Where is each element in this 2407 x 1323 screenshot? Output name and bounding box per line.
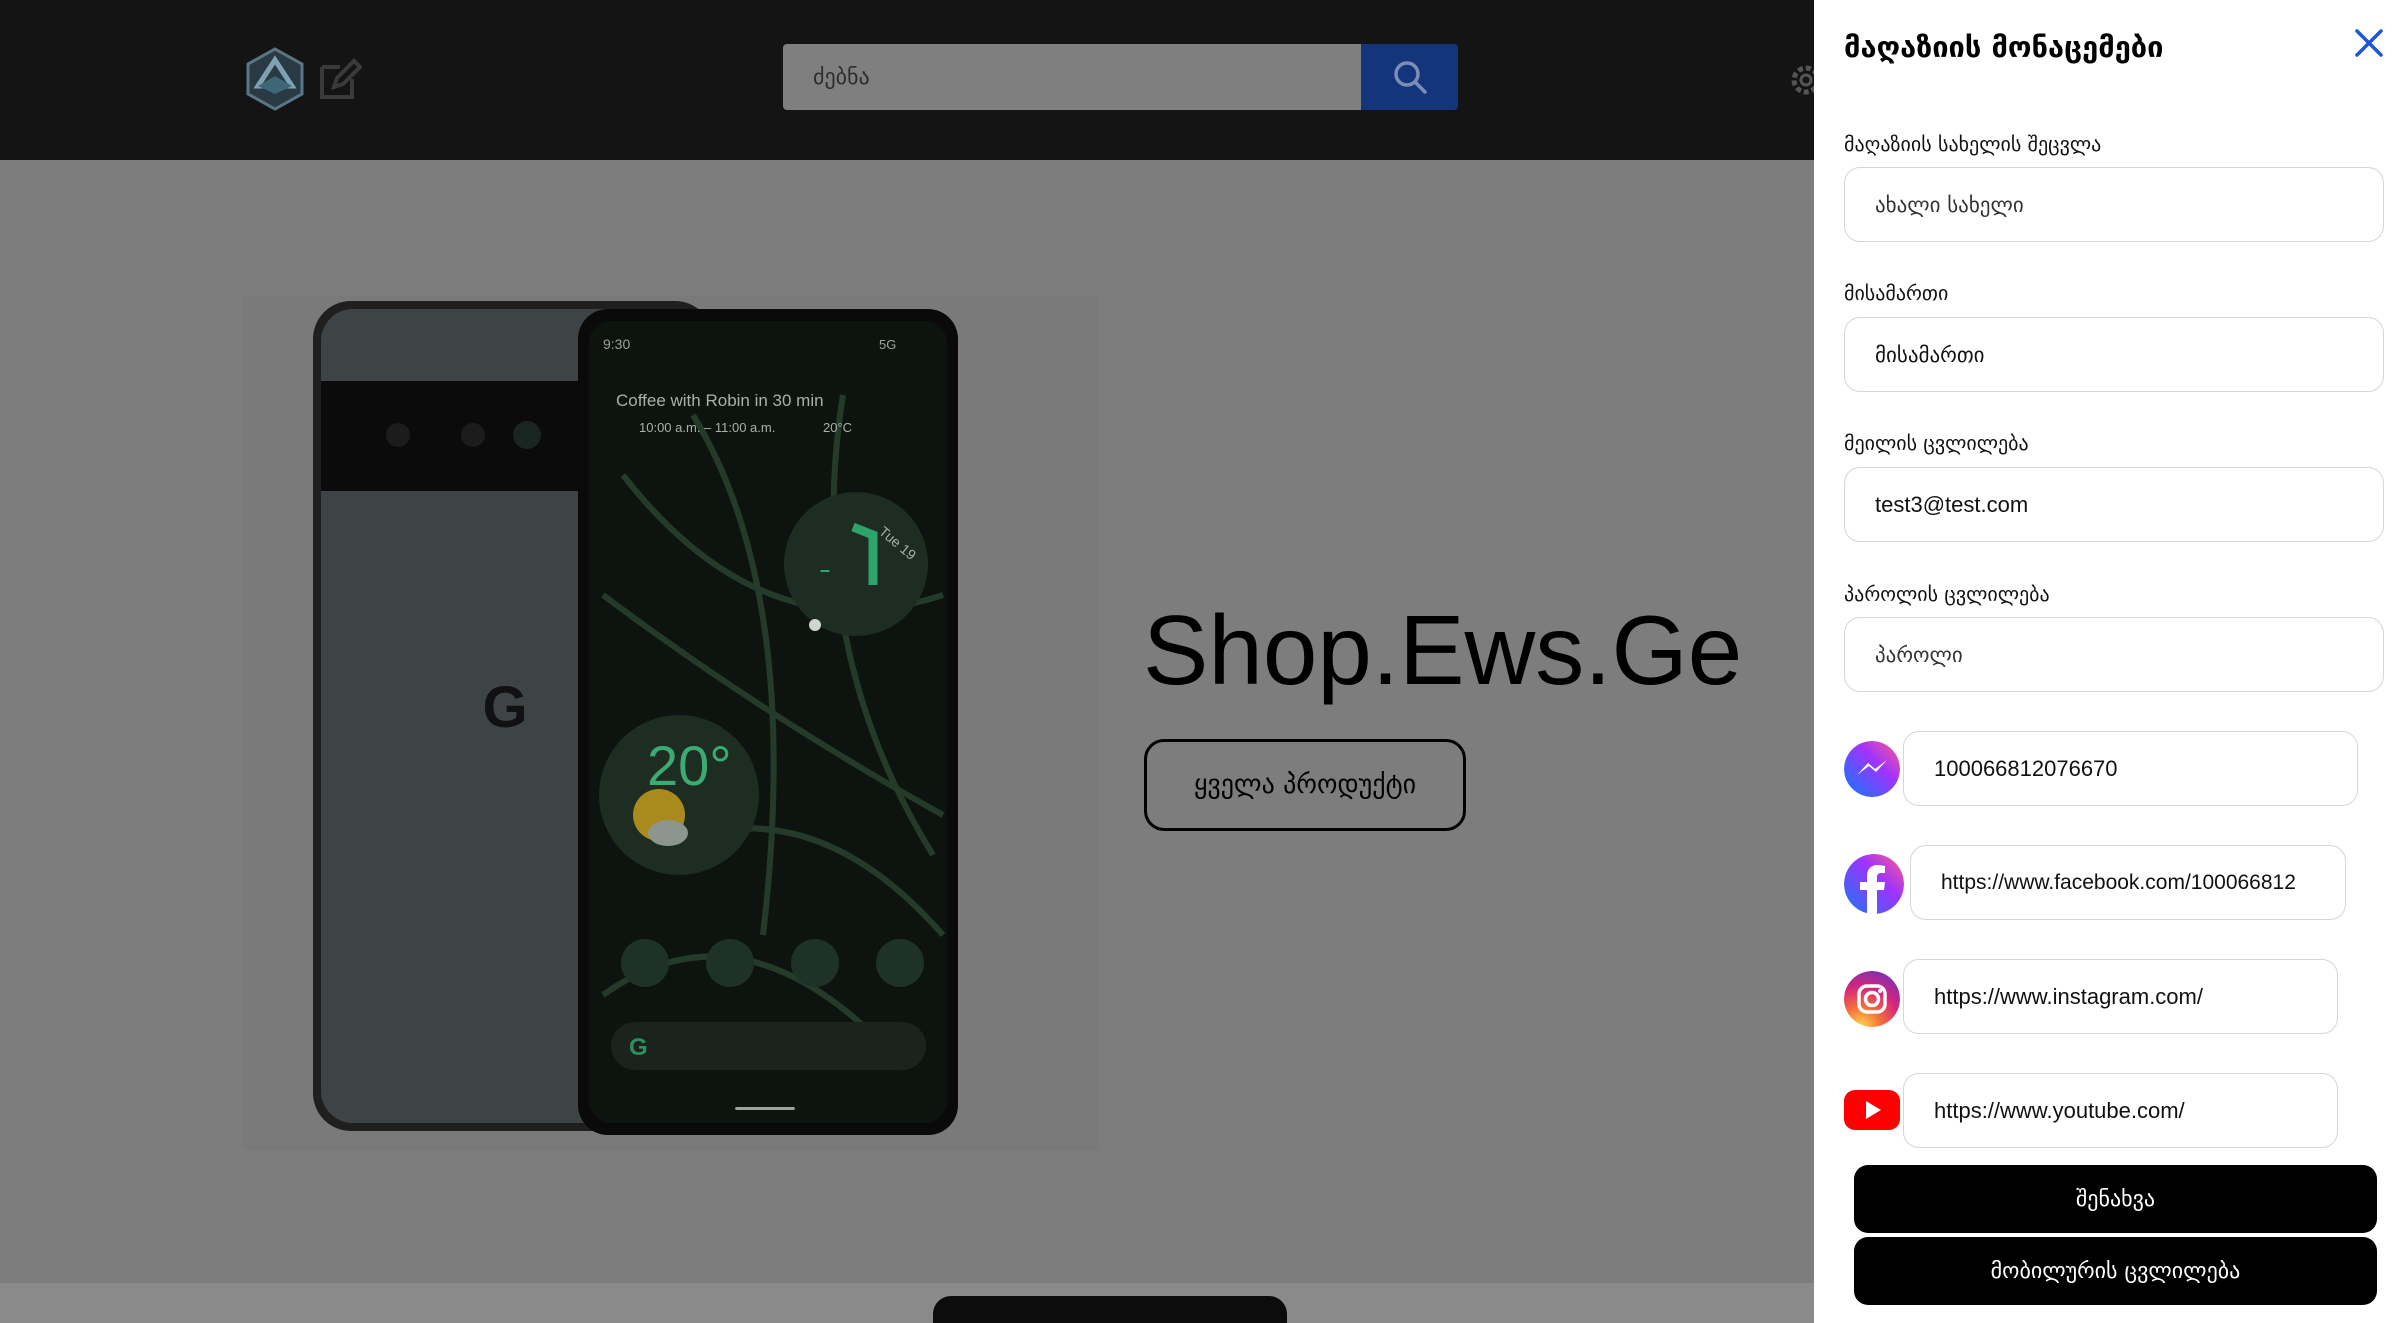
phone-weather-temp: 20° [647, 734, 732, 797]
bottom-bar[interactable] [933, 1296, 1287, 1323]
svg-text:G: G [629, 1034, 648, 1061]
youtube-input[interactable] [1903, 1073, 2338, 1148]
hero-phone-image: G 9:30 5G Coffee with Robin in 30 min 10… [243, 295, 1099, 1150]
instagram-icon [1844, 971, 1900, 1027]
search-icon [1393, 61, 1427, 94]
save-button[interactable]: შენახვა [1854, 1165, 2377, 1233]
phone-event-temp: 20°C [823, 420, 852, 435]
svg-text:G: G [482, 675, 527, 740]
phone-time: 9:30 [603, 336, 630, 352]
phone-signal: 5G [879, 337, 896, 352]
messenger-input[interactable] [1903, 731, 2358, 806]
panel-title: მაღაზიის მონაცემები [1844, 30, 2164, 64]
edit-icon[interactable] [316, 57, 362, 103]
password-label: პაროლის ცვლილება [1844, 582, 2050, 606]
phone-event-title: Coffee with Robin in 30 min [616, 391, 824, 410]
change-mobile-button[interactable]: მობილურის ცვლილება [1854, 1237, 2377, 1305]
close-icon[interactable] [2352, 26, 2386, 60]
store-logo-icon[interactable] [244, 46, 306, 112]
store-name-label: მაღაზიის სახელის შეცვლა [1844, 132, 2102, 156]
instagram-input[interactable] [1903, 959, 2338, 1034]
messenger-icon [1844, 741, 1900, 797]
facebook-icon [1844, 854, 1904, 914]
email-input[interactable] [1844, 467, 2384, 542]
address-label: მისამართი [1844, 281, 1949, 305]
address-input[interactable] [1844, 317, 2384, 392]
all-products-button[interactable]: ყველა პროდუქტი [1144, 739, 1466, 831]
search-input[interactable] [783, 44, 1361, 110]
facebook-input[interactable] [1910, 845, 2346, 920]
store-name-input[interactable] [1844, 167, 2384, 242]
search-button[interactable] [1361, 44, 1458, 110]
store-settings-panel: მაღაზიის მონაცემები მაღაზიის სახელის შეც… [1814, 0, 2407, 1323]
email-label: მეილის ცვლილება [1844, 431, 2029, 455]
youtube-icon [1844, 1090, 1900, 1130]
phone-event-time: 10:00 a.m. – 11:00 a.m. [639, 420, 775, 435]
password-input[interactable] [1844, 617, 2384, 692]
bottom-strip [0, 1283, 1814, 1323]
hero-title: Shop.Ews.Ge [1143, 595, 1743, 705]
